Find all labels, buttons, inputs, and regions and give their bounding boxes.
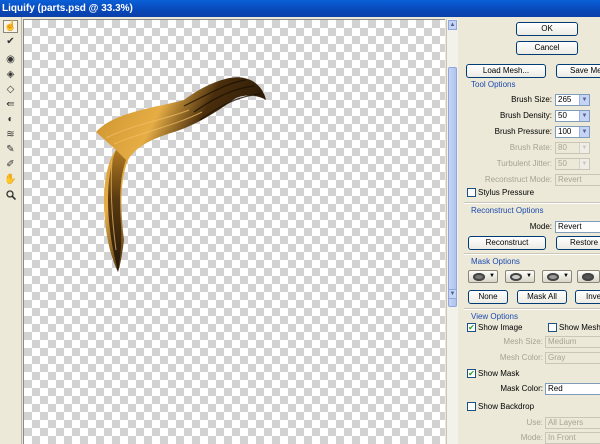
brush-density-field[interactable]: 50 ▼ bbox=[555, 110, 590, 122]
freeze-mask-tool-icon[interactable]: ✎ bbox=[3, 143, 18, 156]
forward-warp-tool-icon[interactable]: ☝ bbox=[3, 20, 18, 33]
chevron-down-icon: ▼ bbox=[526, 273, 532, 279]
brush-pressure-label: Brush Pressure: bbox=[494, 127, 552, 136]
hair-piece-image bbox=[96, 77, 266, 273]
load-mesh-button[interactable]: Load Mesh... bbox=[466, 64, 546, 78]
reconstruct-tool-icon[interactable]: ✔ bbox=[3, 35, 18, 48]
brush-size-label: Brush Size: bbox=[511, 95, 552, 104]
thaw-mask-tool-icon[interactable]: ✐ bbox=[3, 158, 18, 171]
mask-options-heading: Mask Options bbox=[471, 257, 520, 266]
mask-intersect-icon bbox=[582, 273, 594, 281]
ok-button[interactable]: OK bbox=[516, 22, 578, 36]
section-divider bbox=[464, 308, 600, 310]
pucker-tool-icon[interactable]: ◈ bbox=[3, 68, 18, 81]
reconstruct-mode-label: Reconstruct Mode: bbox=[484, 175, 552, 184]
chevron-down-icon: ▼ bbox=[563, 273, 569, 279]
save-mesh-button[interactable]: Save Mesh... bbox=[556, 64, 600, 78]
replace-selection-mask-button[interactable]: ▼ bbox=[468, 270, 498, 283]
brush-pressure-value: 100 bbox=[558, 127, 572, 136]
scrollbar-thumb[interactable] bbox=[448, 67, 457, 307]
mesh-size-label: Mesh Size: bbox=[503, 337, 543, 346]
mask-replace-icon bbox=[473, 273, 485, 281]
chevron-down-icon[interactable]: ▼ bbox=[579, 95, 589, 105]
view-options-heading: View Options bbox=[471, 312, 518, 321]
preview-canvas[interactable] bbox=[23, 19, 445, 444]
stylus-pressure-checkbox[interactable] bbox=[467, 188, 476, 197]
options-panel: OK Cancel Load Mesh... Save Mesh... Tool… bbox=[459, 17, 600, 444]
turbulence-tool-icon[interactable]: ≋ bbox=[3, 128, 18, 141]
show-mesh-checkbox[interactable] bbox=[548, 323, 557, 332]
zoom-tool-icon[interactable] bbox=[3, 188, 18, 201]
brush-size-value: 265 bbox=[558, 95, 572, 104]
chevron-down-icon: ▼ bbox=[579, 143, 589, 153]
reconstruct-mode-select-label: Mode: bbox=[529, 222, 552, 231]
mesh-color-label: Mesh Color: bbox=[499, 353, 543, 362]
use-label: Use: bbox=[526, 418, 543, 427]
turbulent-jitter-field: 50 ▼ bbox=[555, 158, 590, 170]
mesh-size-select: Medium bbox=[545, 336, 600, 348]
subtract-from-mask-button[interactable]: ▼ bbox=[542, 270, 572, 283]
canvas-vertical-scrollbar[interactable]: ▲ ▼ bbox=[446, 19, 458, 444]
reconstruct-options-heading: Reconstruct Options bbox=[471, 206, 544, 215]
brush-density-value: 50 bbox=[558, 111, 567, 120]
stylus-pressure-label: Stylus Pressure bbox=[478, 188, 535, 197]
reconstruct-button[interactable]: Reconstruct bbox=[468, 236, 546, 250]
add-to-mask-button[interactable]: ▼ bbox=[505, 270, 535, 283]
show-mask-checkbox[interactable]: ✔ bbox=[467, 369, 476, 378]
tool-options-heading: Tool Options bbox=[471, 80, 516, 89]
restore-all-button[interactable]: Restore All bbox=[556, 236, 600, 250]
cancel-button[interactable]: Cancel bbox=[516, 41, 578, 55]
brush-rate-value: 80 bbox=[558, 143, 567, 152]
twirl-clockwise-tool-icon[interactable]: ◉ bbox=[3, 53, 18, 66]
brush-pressure-field[interactable]: 100 ▼ bbox=[555, 126, 590, 138]
scroll-up-arrow-icon[interactable]: ▲ bbox=[448, 20, 457, 30]
show-mask-label: Show Mask bbox=[478, 369, 520, 378]
brush-density-label: Brush Density: bbox=[499, 111, 552, 120]
none-button[interactable]: None bbox=[468, 290, 508, 304]
turbulent-jitter-label: Turbulent Jitter: bbox=[496, 159, 552, 168]
invert-all-button[interactable]: Invert All bbox=[575, 290, 600, 304]
mask-color-select[interactable]: Red bbox=[545, 383, 600, 395]
show-backdrop-label: Show Backdrop bbox=[478, 402, 535, 411]
backdrop-use-select: All Layers bbox=[545, 417, 600, 429]
brush-size-field[interactable]: 265 ▼ bbox=[555, 94, 590, 106]
mesh-color-select: Gray bbox=[545, 352, 600, 364]
chevron-down-icon: ▼ bbox=[579, 159, 589, 169]
backdrop-mode-label: Mode: bbox=[520, 433, 543, 442]
mask-add-icon bbox=[510, 273, 522, 281]
chevron-down-icon[interactable]: ▼ bbox=[579, 111, 589, 121]
mask-color-label: Mask Color: bbox=[500, 384, 543, 393]
mask-all-button[interactable]: Mask All bbox=[517, 290, 567, 304]
chevron-down-icon[interactable]: ▼ bbox=[579, 127, 589, 137]
backdrop-mode-select: In Front bbox=[545, 432, 600, 444]
brush-rate-field: 80 ▼ bbox=[555, 142, 590, 154]
show-mesh-label: Show Mesh bbox=[559, 323, 600, 332]
mirror-tool-icon[interactable]: ◐ bbox=[3, 113, 18, 126]
window-title: Liquify (parts.psd @ 33.3%) bbox=[2, 3, 133, 14]
show-backdrop-checkbox[interactable] bbox=[467, 402, 476, 411]
liquify-toolbox: ☝ ✔ ◉ ◈ ◇ ⇚ ◐ ≋ ✎ ✐ ✋ bbox=[0, 17, 22, 444]
reconstruct-mode-field: Revert bbox=[555, 174, 600, 186]
show-image-label: Show Image bbox=[478, 323, 523, 332]
section-divider bbox=[464, 253, 600, 255]
brush-rate-label: Brush Rate: bbox=[509, 143, 552, 152]
mask-subtract-icon bbox=[547, 273, 559, 281]
hand-tool-icon[interactable]: ✋ bbox=[3, 173, 18, 186]
show-image-checkbox[interactable]: ✔ bbox=[467, 323, 476, 332]
push-left-tool-icon[interactable]: ⇚ bbox=[3, 98, 18, 111]
section-divider bbox=[464, 202, 600, 204]
bloat-tool-icon[interactable]: ◇ bbox=[3, 83, 18, 96]
window-title-bar[interactable]: Liquify (parts.psd @ 33.3%) bbox=[0, 0, 600, 17]
scroll-down-arrow-icon[interactable]: ▼ bbox=[448, 289, 457, 299]
turbulent-jitter-value: 50 bbox=[558, 159, 567, 168]
chevron-down-icon: ▼ bbox=[489, 273, 495, 279]
intersect-with-mask-button[interactable] bbox=[577, 270, 600, 283]
reconstruct-mode-select[interactable]: Revert bbox=[555, 221, 600, 233]
